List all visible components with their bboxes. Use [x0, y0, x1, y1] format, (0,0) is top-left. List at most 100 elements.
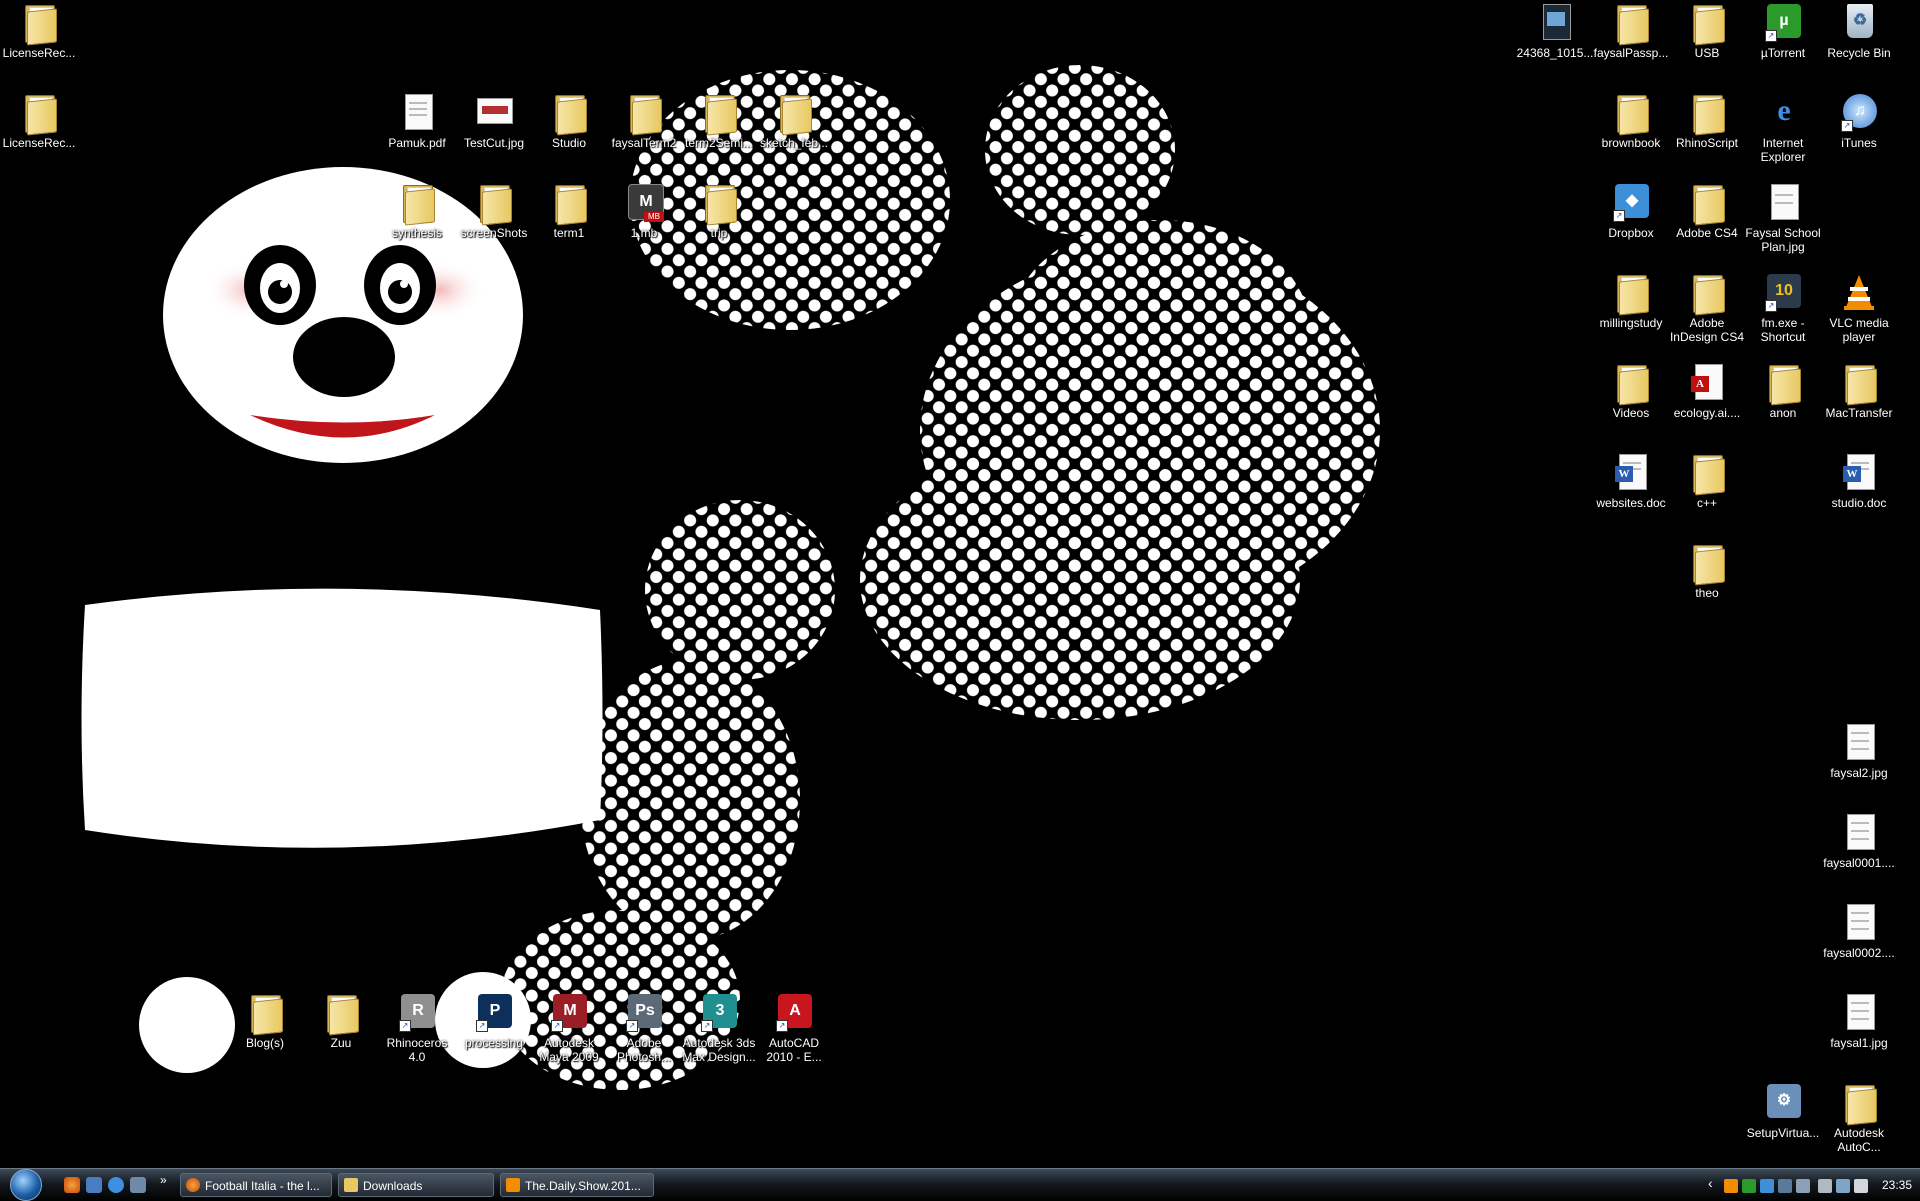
itunes-icon: ♫ ↗: [1839, 92, 1879, 132]
desktop-icon-studio-doc[interactable]: W studio.doc: [1820, 452, 1898, 510]
folder-icon: [1763, 362, 1803, 406]
dropbox-tray-icon[interactable]: [1760, 1179, 1774, 1193]
desktop-icon-websites-doc[interactable]: W websites.doc: [1592, 452, 1670, 510]
desktop-icon-brownbook[interactable]: brownbook: [1592, 92, 1670, 150]
folder-icon: [1611, 2, 1651, 46]
ie-icon[interactable]: [108, 1177, 124, 1193]
desktop-icon-screenshots[interactable]: screenShots: [455, 182, 533, 240]
folder-icon: [1687, 2, 1727, 46]
desktop-icon-synthesis[interactable]: synthesis: [378, 182, 456, 240]
folder-icon: [1611, 272, 1651, 316]
vlc-cone-icon: [1839, 272, 1879, 312]
network-tray-icon[interactable]: [1778, 1179, 1792, 1193]
desktop-icon-adobe-indesign-cs4[interactable]: Adobe InDesign CS4: [1668, 272, 1746, 344]
image-file-icon: [1763, 182, 1803, 222]
desktop-icon-rhinoceros[interactable]: R ↗ Rhinoceros 4.0: [378, 992, 456, 1064]
desktop-icon-faysalpassp[interactable]: faysalPassp...: [1592, 2, 1670, 60]
desktop-icon-faysal-school-plan[interactable]: Faysal School Plan.jpg: [1744, 182, 1822, 254]
desktop-icon-recycle-bin[interactable]: ♻ Recycle Bin: [1820, 2, 1898, 60]
folder-icon: [774, 92, 814, 136]
desktop-icon-millingstudy[interactable]: millingstudy: [1592, 272, 1670, 330]
folder-icon: [1687, 452, 1727, 496]
desktop-icon-autocad-2010[interactable]: A ↗ AutoCAD 2010 - E...: [755, 992, 833, 1064]
desktop-icon-internet-explorer[interactable]: e Internet Explorer: [1744, 92, 1822, 164]
desktop-icon-itunes[interactable]: ♫ ↗ iTunes: [1820, 92, 1898, 150]
desktop-icon-setupvirtua[interactable]: ⚙ SetupVirtua...: [1744, 1082, 1822, 1140]
utorrent-app-icon: µ ↗: [1763, 2, 1803, 42]
desktop-icon-studio[interactable]: Studio: [530, 92, 608, 150]
desktop-icon-usb[interactable]: USB: [1668, 2, 1746, 60]
desktop-icon-autodesk-autoc[interactable]: Autodesk AutoC...: [1820, 1082, 1898, 1154]
folder-icon: [397, 182, 437, 226]
photoshop-app-icon: Ps ↗: [624, 992, 664, 1032]
desktop-icon-sketch-feb[interactable]: sketch_feb...: [755, 92, 833, 150]
recycle-bin-icon: ♻: [1839, 2, 1879, 42]
word-document-icon: W: [1839, 452, 1879, 492]
desktop-icon-processing[interactable]: P ↗ processing: [455, 992, 533, 1050]
switch-windows-icon[interactable]: [130, 1177, 146, 1193]
folder-icon: [1611, 92, 1651, 136]
firefox-icon: [186, 1178, 200, 1192]
desktop-icon-pamuk-pdf[interactable]: Pamuk.pdf: [378, 92, 456, 150]
taskbar-window-daily-show[interactable]: The.Daily.Show.201...: [500, 1173, 654, 1197]
image-file-icon: [1535, 2, 1575, 42]
desktop-icon-rhinoscript[interactable]: RhinoScript: [1668, 92, 1746, 150]
rhinoceros-app-icon: R ↗: [397, 992, 437, 1032]
folder-icon: [1687, 272, 1727, 316]
utorrent-tray-icon[interactable]: [1742, 1179, 1756, 1193]
desktop-icon-adobe-cs4[interactable]: Adobe CS4: [1668, 182, 1746, 240]
desktop-icon-faysal2-jpg[interactable]: faysal2.jpg: [1820, 722, 1898, 780]
firefox-icon[interactable]: [64, 1177, 80, 1193]
maya-app-icon: M ↗: [549, 992, 589, 1032]
vlc-tray-icon[interactable]: [1724, 1179, 1738, 1193]
desktop-icon-theo[interactable]: theo: [1668, 542, 1746, 600]
desktop-icon-faysalterm2[interactable]: faysalTerm2: [605, 92, 683, 150]
clock[interactable]: 23:35: [1882, 1171, 1912, 1199]
network-status-icon[interactable]: [1836, 1179, 1850, 1193]
quick-launch-more-button[interactable]: »: [160, 1173, 167, 1187]
security-tray-icon[interactable]: [1818, 1179, 1832, 1193]
folder-icon: [474, 182, 514, 226]
desktop-icon-licenserec-2[interactable]: LicenseRec...: [0, 92, 78, 150]
desktop-icon-utorrent[interactable]: µ ↗ µTorrent: [1744, 2, 1822, 60]
desktop-icon-anon[interactable]: anon: [1744, 362, 1822, 420]
folder-icon: [549, 182, 589, 226]
desktop-icon-3ds-max[interactable]: 3 ↗ Autodesk 3ds Max Design...: [680, 992, 758, 1064]
desktop-icon-term1[interactable]: term1: [530, 182, 608, 240]
desktop-icon-fm-exe[interactable]: 10 ↗ fm.exe - Shortcut: [1744, 272, 1822, 344]
desktop-icon-licenserec-1[interactable]: LicenseRec...: [0, 2, 78, 60]
show-desktop-icon[interactable]: [86, 1177, 102, 1193]
taskbar-window-football-italia[interactable]: Football Italia - the l...: [180, 1173, 332, 1197]
desktop-icon-1-mb[interactable]: M MB 1.mb: [605, 182, 683, 240]
image-file-icon: [1839, 992, 1879, 1032]
folder-icon: [1839, 362, 1879, 406]
desktop-icon-ecology-ai[interactable]: A ecology.ai....: [1668, 362, 1746, 420]
desktop-icon-24368[interactable]: 24368_1015...: [1516, 2, 1594, 60]
desktop-icon-videos[interactable]: Videos: [1592, 362, 1670, 420]
maya-file-icon: M MB: [624, 182, 664, 222]
desktop-icon-faysal0001[interactable]: faysal0001....: [1820, 812, 1898, 870]
processing-app-icon: P ↗: [474, 992, 514, 1032]
desktop-icon-dropbox[interactable]: ◆ ↗ Dropbox: [1592, 182, 1670, 240]
desktop-icon-trip[interactable]: trip: [680, 182, 758, 240]
start-button[interactable]: [8, 1169, 44, 1201]
volume-icon[interactable]: [1854, 1179, 1868, 1193]
desktop-icon-maya-2009[interactable]: M ↗ Autodesk Maya 2009: [530, 992, 608, 1064]
desktop-icon-mactransfer[interactable]: MacTransfer: [1820, 362, 1898, 420]
taskbar: » Football Italia - the l... Downloads T…: [0, 1168, 1920, 1201]
desktop-icon-cpp[interactable]: c++: [1668, 452, 1746, 510]
taskbar-window-downloads[interactable]: Downloads: [338, 1173, 494, 1197]
folder-icon: [321, 992, 361, 1036]
monitor-tray-icon[interactable]: [1796, 1179, 1810, 1193]
desktop-icon-faysal1-jpg[interactable]: faysal1.jpg: [1820, 992, 1898, 1050]
desktop-icon-zuu[interactable]: Zuu: [302, 992, 380, 1050]
desktop-icon-testcut-jpg[interactable]: TestCut.jpg: [455, 92, 533, 150]
tray-expand-chevron[interactable]: ‹: [1708, 1175, 1713, 1191]
desktop-icon-blogs[interactable]: Blog(s): [226, 992, 304, 1050]
desktop-icon-term2semi[interactable]: term2Semi...: [680, 92, 758, 150]
image-file-icon: [1839, 812, 1879, 852]
desktop-icon-vlc[interactable]: VLC media player: [1820, 272, 1898, 344]
desktop-icon-photoshop[interactable]: Ps ↗ Adobe Photosh...: [605, 992, 683, 1064]
image-file-icon: [474, 92, 514, 132]
desktop-icon-faysal0002[interactable]: faysal0002....: [1820, 902, 1898, 960]
